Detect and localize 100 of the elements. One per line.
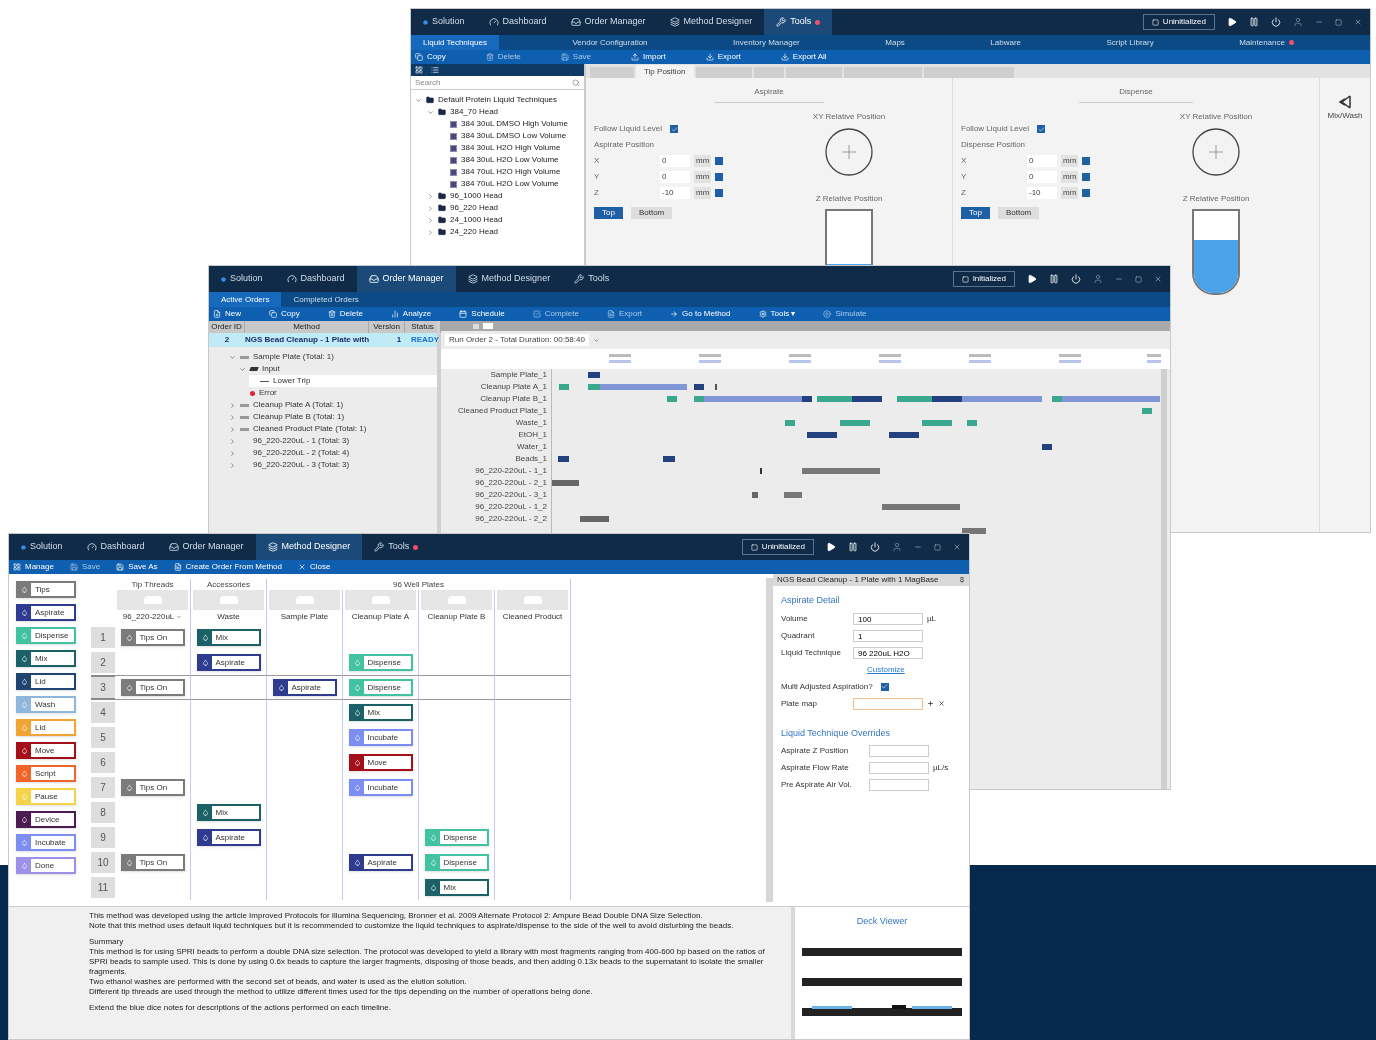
toolbar-button[interactable]: Analyze [390,308,432,320]
row-number[interactable]: 7 [91,775,115,800]
tree-item[interactable]: Default Protein Liquid Techniques [438,94,558,106]
nav-tab[interactable]: Tools [562,266,622,292]
tree-item[interactable]: 96_1000 Head [450,190,503,202]
tree-item[interactable]: 384 30uL DMSO Low Volume [461,130,567,142]
toolbar-button[interactable]: Export All [780,51,827,63]
row-number[interactable]: 2 [91,650,115,675]
sub-tab[interactable]: Active Orders [209,292,282,307]
step-block[interactable]: Tips On [120,679,185,696]
row-number[interactable]: 8 [91,800,115,825]
status-button[interactable]: Uninitialized [1142,14,1215,30]
row-number[interactable]: 4 [91,700,115,725]
tree-item[interactable]: 96_220 Head [450,202,499,214]
close-icon[interactable] [953,543,961,551]
plus-icon[interactable] [927,700,934,707]
power-icon[interactable] [870,542,880,552]
nav-tab[interactable]: Method Designer [455,266,563,292]
number-field[interactable]: 0 [660,155,690,167]
step-block[interactable]: Device [16,811,76,828]
position-button[interactable]: Bottom [997,207,1040,219]
row-number[interactable]: 5 [91,725,115,750]
step-block[interactable]: Pause [16,788,76,805]
tree-row[interactable]: Cleaned Product Plate (Total: 1) [229,423,437,435]
tree-item[interactable]: 384 70uL H2O Low Volume [461,178,559,190]
number-field[interactable]: -10 [1027,187,1057,199]
nav-tab[interactable]: Order Manager [356,266,456,292]
user-icon[interactable] [1093,274,1103,284]
expand-caret-icon[interactable] [229,437,236,445]
expand-caret-icon[interactable] [229,413,236,421]
tree-row[interactable]: 96_220-220uL - 2 (Total: 4) [229,447,437,459]
step-block[interactable]: Script [16,765,76,782]
step-block[interactable]: Incubate [348,729,413,746]
step-block[interactable]: Tips On [120,629,185,646]
row-number[interactable]: 6 [91,750,115,775]
sub-tab[interactable]: Maps [873,35,917,50]
step-block[interactable]: Aspirate [196,654,261,671]
nav-tab[interactable]: Solution [209,266,275,292]
clear-icon[interactable] [938,700,945,707]
minimize-icon[interactable] [1115,275,1123,283]
tree-row[interactable]: Lower Trip [249,375,437,387]
step-block[interactable]: Aspirate [196,829,261,846]
tree-item[interactable]: 384 30uL H2O High Volume [461,142,561,154]
pause-icon[interactable] [1049,274,1059,284]
checkbox[interactable] [880,682,889,691]
toolbar-button[interactable]: Tools ▾ [758,308,796,320]
position-button[interactable]: Top [961,207,990,219]
tree-row[interactable]: Cleanup Plate B (Total: 1) [229,411,437,423]
maximize-icon[interactable] [1335,18,1342,26]
step-block[interactable]: Dispense [16,627,76,644]
sub-tab[interactable]: Maintenance [1227,35,1306,50]
input-field[interactable] [869,762,929,774]
tree-row[interactable]: Input [239,363,437,375]
step-block[interactable]: Mix [16,650,76,667]
power-icon[interactable] [1071,274,1081,284]
step-block[interactable]: Dispense [348,679,413,696]
step-block[interactable]: Lid [16,673,76,690]
minimize-icon[interactable] [914,543,922,551]
step-block[interactable]: Dispense [348,654,413,671]
maximize-icon[interactable] [934,543,941,551]
sub-tab[interactable]: Inventory Manager [721,35,812,50]
search-field[interactable]: Search [415,76,572,89]
status-button[interactable]: Uninitialized [741,539,814,555]
toolbar-button[interactable]: Go to Method [670,308,731,320]
sub-tab[interactable]: Vendor Configuration [560,35,660,50]
row-number[interactable]: 3 [91,675,115,700]
expand-caret-icon[interactable] [229,461,236,469]
input-field[interactable] [853,697,923,710]
order-row[interactable]: 2 NGS Bead Cleanup - 1 Plate with 1 READY [209,333,437,347]
toolbar-button[interactable]: Export [705,51,741,63]
list-icon[interactable] [431,66,439,74]
input-field[interactable] [869,779,929,791]
row-number[interactable]: 1 [91,625,115,650]
step-block[interactable]: Mix [196,629,261,646]
step-block[interactable]: Tips On [120,779,185,796]
number-field[interactable]: -10 [660,187,690,199]
expand-caret-icon[interactable] [415,96,422,104]
toolbar-button[interactable]: Create Order From Method [173,561,282,573]
row-number[interactable]: 9 [91,825,115,850]
step-block[interactable]: Mix [424,879,489,896]
expand-caret-icon[interactable] [427,228,434,236]
nav-tab[interactable]: Tools [764,9,833,35]
nav-tab[interactable]: Method Designer [657,9,765,35]
nav-tab[interactable]: Dashboard [476,9,559,35]
position-button[interactable]: Top [594,207,623,219]
tree-item[interactable]: 24_1000 Head [450,214,503,226]
step-block[interactable]: Aspirate [272,679,337,696]
input-field[interactable] [869,745,929,757]
step-block[interactable]: Done [16,857,76,874]
position-button[interactable]: Bottom [630,207,673,219]
sub-tab[interactable]: Completed Orders [281,292,371,307]
tree-item[interactable]: 24_220 Head [450,226,499,238]
expand-caret-icon[interactable] [229,425,236,433]
number-field[interactable]: 0 [1027,171,1057,183]
checkbox[interactable] [1037,125,1046,133]
nav-tab[interactable]: Dashboard [74,534,157,560]
toolbar-button[interactable]: Manage [13,561,54,573]
close-icon[interactable] [1154,275,1162,283]
power-icon[interactable] [1271,17,1281,27]
nav-tab[interactable]: Tools [362,534,431,560]
